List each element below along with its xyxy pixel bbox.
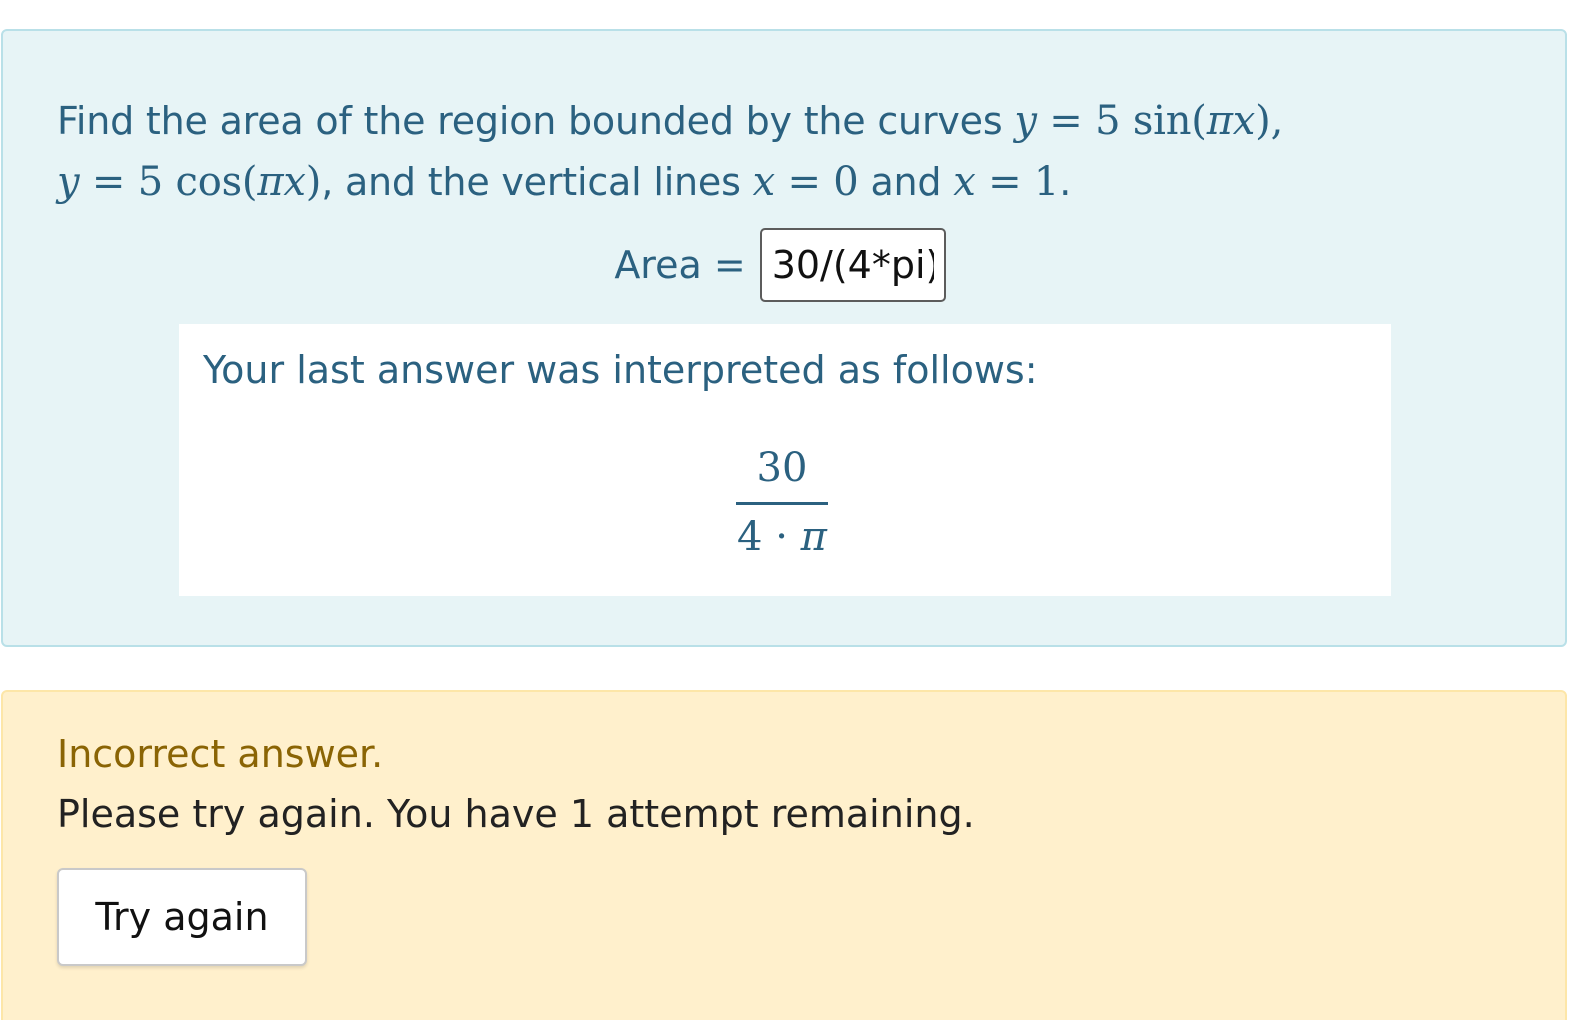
fraction-numerator: 30 bbox=[756, 445, 808, 491]
fraction-bar bbox=[736, 502, 828, 505]
try-again-button[interactable]: Try again bbox=[57, 868, 307, 966]
interpretation-box: Your last answer was interpreted as foll… bbox=[179, 324, 1391, 596]
incorrect-status: Incorrect answer. bbox=[57, 732, 384, 776]
interpretation-heading: Your last answer was interpreted as foll… bbox=[203, 348, 1038, 392]
question-text-part: and bbox=[858, 160, 954, 204]
fraction-denominator: 4 · π bbox=[737, 514, 827, 560]
math-expression: y = 5 sin(πx), bbox=[1014, 98, 1284, 144]
math-expression: x = 1 bbox=[953, 159, 1060, 205]
page: Find the area of the region bounded by t… bbox=[0, 0, 1593, 1020]
question-text-part: Find the area of the region bounded by t… bbox=[57, 99, 1015, 143]
question-text-part: , and the vertical lines bbox=[321, 160, 753, 204]
interpreted-fraction: 30 4 · π bbox=[732, 440, 832, 565]
question-text-part: . bbox=[1059, 160, 1072, 204]
attempts-message: Please try again. You have 1 attempt rem… bbox=[57, 792, 975, 836]
area-label: Area = bbox=[614, 243, 746, 287]
question-card: Find the area of the region bounded by t… bbox=[1, 29, 1567, 647]
answer-row: Area = bbox=[3, 227, 1569, 303]
result-card: Incorrect answer. Please try again. You … bbox=[1, 690, 1567, 1020]
question-text: Find the area of the region bounded by t… bbox=[57, 91, 1497, 213]
area-answer-input[interactable] bbox=[759, 228, 946, 302]
math-expression: y = 5 cos(πx) bbox=[57, 159, 322, 205]
math-expression: x = 0 bbox=[752, 159, 859, 205]
